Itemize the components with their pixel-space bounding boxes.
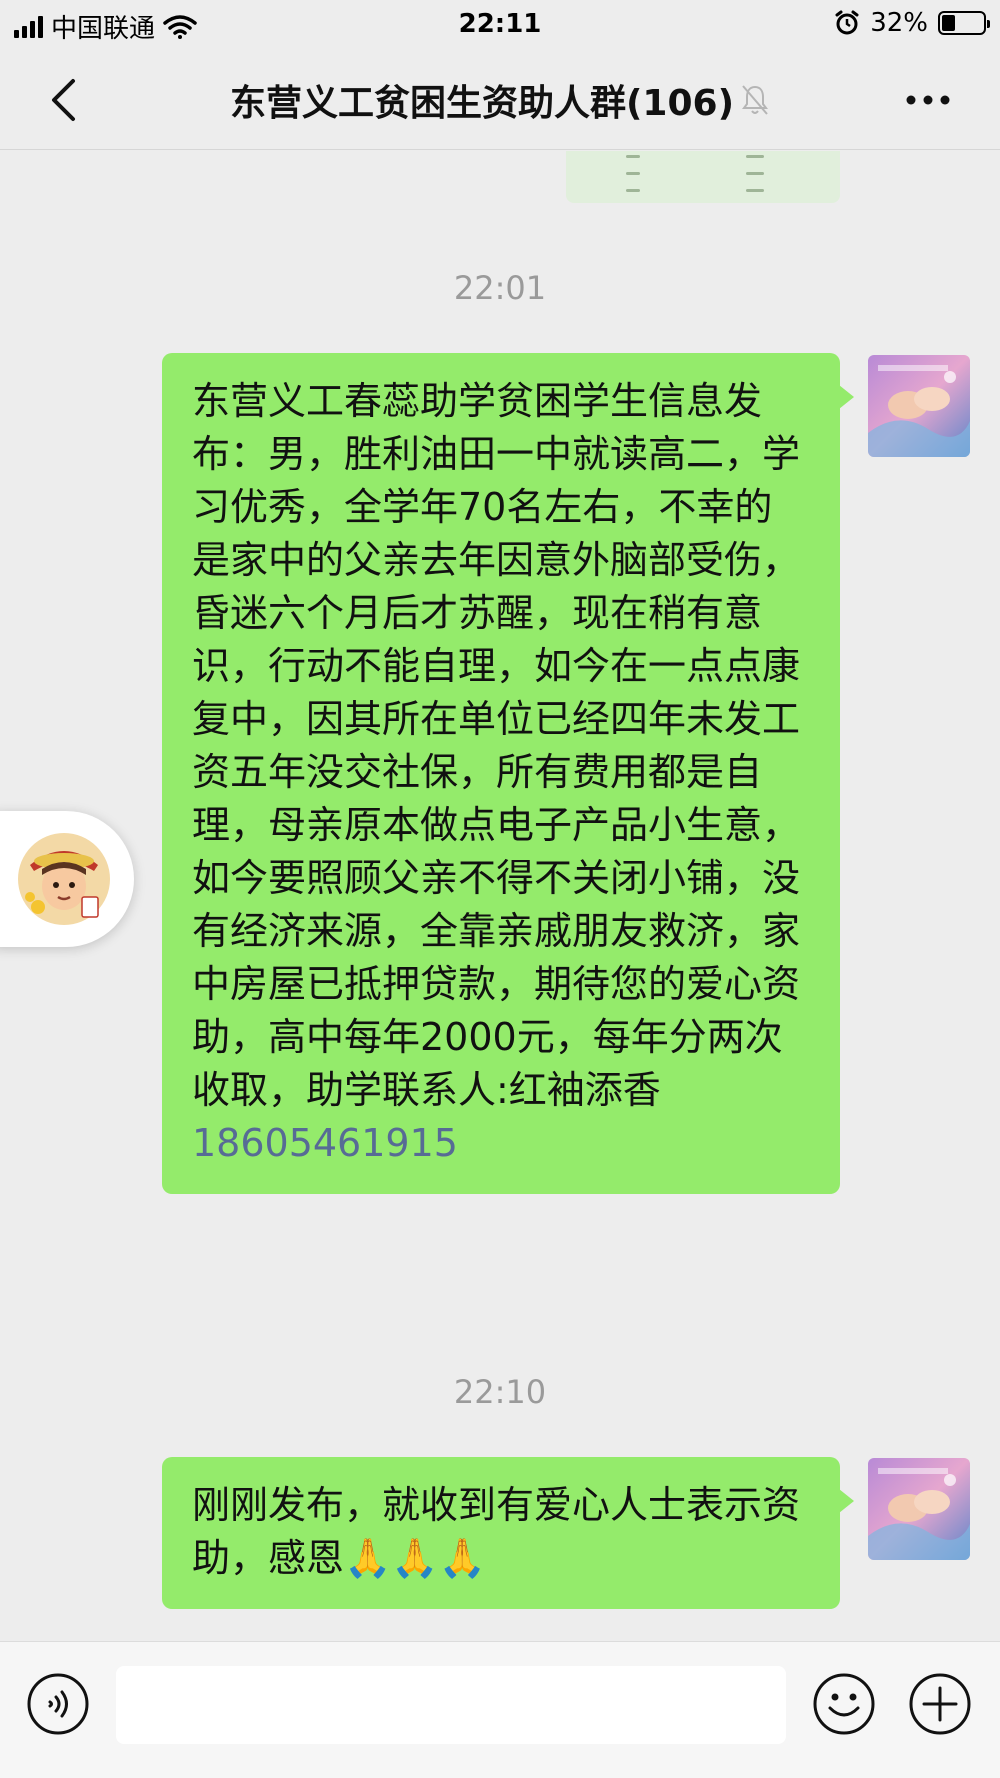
message-text: 东营义工春蕊助学贫困学生信息发布：男，胜利油田一中就读高二，学习优秀，全学年70… [192,379,801,1112]
nav-bar: 东营义工贫困生资助人群(106) [0,50,1000,150]
plus-button[interactable] [908,1672,972,1736]
chat-title: 东营义工贫困生资助人群(106) [230,74,770,126]
game-character-icon [18,833,110,925]
sender-avatar[interactable] [868,355,970,457]
alarm-icon [835,10,859,35]
message-input[interactable] [116,1666,786,1744]
avatar-image [868,355,970,457]
message-timestamp: 22:10 [453,1373,547,1411]
status-bar: 中国联通 22:11 32% [0,0,1000,50]
floating-game-widget[interactable] [0,811,134,947]
sender-avatar[interactable] [868,1458,970,1560]
plus-icon [909,1673,971,1735]
message-text: 刚刚发布，就收到有爱心人士表示资助，感恩🙏🙏🙏 [192,1483,801,1580]
mute-bell-icon [742,84,769,115]
voice-button[interactable] [26,1672,90,1736]
more-dots-icon [906,95,950,105]
message-timestamp: 22:01 [453,269,547,307]
battery-icon [938,11,990,35]
emoji-icon [813,1673,875,1735]
chat-area[interactable]: 22:01 东营义工春蕊助学贫困学生信息发布：男，胜利油田一中就读高二，学习优秀… [0,151,1000,1641]
battery-percent: 32% [870,8,928,38]
emoji-button[interactable] [812,1672,876,1736]
back-button[interactable] [36,72,92,128]
more-button[interactable] [896,72,960,128]
status-right: 32% [834,8,990,38]
battery-fill [942,15,955,31]
chevron-left-icon [52,79,75,121]
chat-title-text: 东营义工贫困生资助人群(106) [229,82,735,124]
voice-icon [27,1673,89,1735]
avatar-image [868,1458,970,1560]
input-bar [0,1641,1000,1778]
previous-image-message[interactable] [566,151,840,203]
phone-number-link[interactable]: 18605461915 [192,1117,810,1170]
message-bubble[interactable]: 刚刚发布，就收到有爱心人士表示资助，感恩🙏🙏🙏 [162,1457,854,1609]
message-bubble[interactable]: 东营义工春蕊助学贫困学生信息发布：男，胜利油田一中就读高二，学习优秀，全学年70… [162,353,854,1194]
